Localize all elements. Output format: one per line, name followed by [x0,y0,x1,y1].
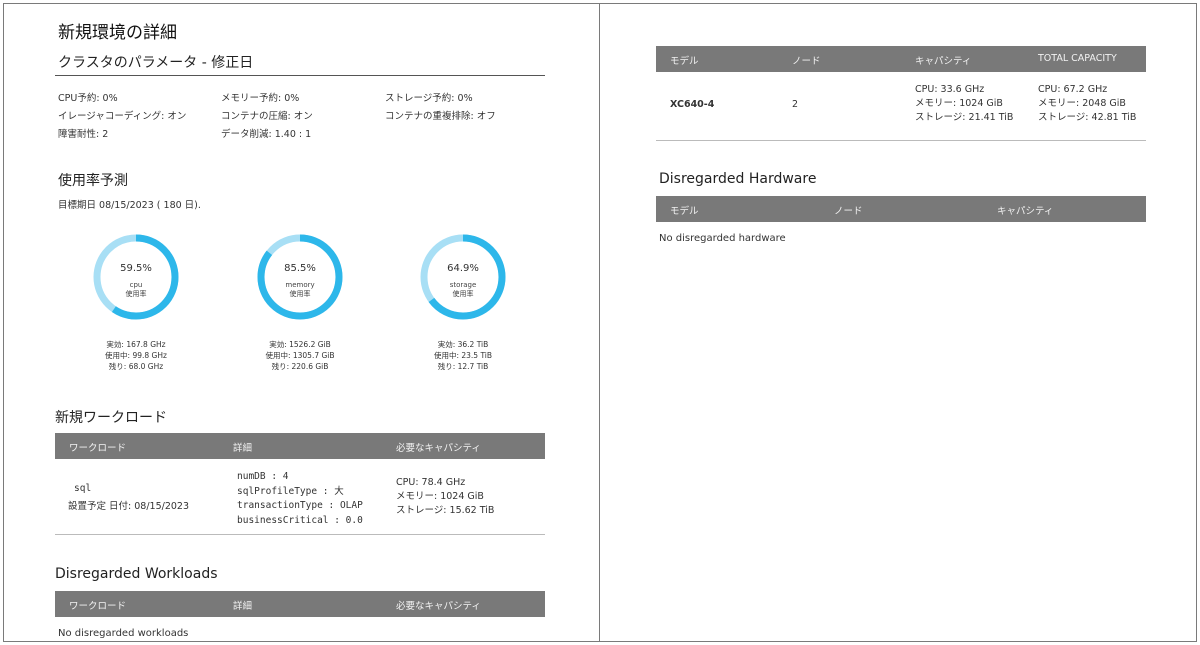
workload-capacity-memory: メモリー: 1024 GiB [396,491,484,502]
new-workloads-heading: 新規ワークロード [55,410,167,426]
storage-effective: 実効: 36.2 TiB [437,340,489,349]
param-container-dedup: コンテナの重複排除: オフ [385,111,496,122]
workload-capacity: CPU: 78.4 GHz メモリー: 1024 GiB ストレージ: 15.6… [396,476,494,518]
param-data-reduction: データ削減: 1.40 : 1 [221,129,312,140]
no-disregarded-workloads: No disregarded workloads [58,628,189,639]
cluster-params-rule [55,75,545,76]
hardware-nodes: 2 [792,99,799,110]
memory-effective: 実効: 1526.2 GiB [269,340,331,349]
col-capacity: キャパシティ [915,56,972,67]
memory-gauge-label: memory 使用率 [285,281,315,298]
hardware-capacity-cpu: CPU: 33.6 GHz [915,84,985,95]
page-frame [3,3,1197,642]
detail-sql-profile: sqlProfileType : 大 [237,485,344,497]
hardware-model: XC640-4 [670,99,715,110]
storage-used: 使用中: 23.5 TiB [433,351,493,360]
hardware-table-header: モデル ノード キャパシティ TOTAL CAPACITY [656,46,1146,72]
detail-numdb: numDB : 4 [237,471,289,482]
memory-used: 使用中: 1305.7 GiB [265,351,335,360]
total-capacity-storage: ストレージ: 42.81 TiB [1038,112,1137,123]
hardware-capacity-memory: メモリー: 1024 GiB [915,98,1003,109]
detail-business-critical: businessCritical : 0.0 [237,514,363,526]
new-workloads-row-rule [55,534,545,535]
col-required-capacity: 必要なキャパシティ [396,601,481,612]
storage-usage-percent: 64.9% [447,263,479,274]
workload-details: numDB : 4 sqlProfileType : 大 transaction… [237,470,363,528]
forecast-heading: 使用率予測 [58,173,128,189]
no-disregarded-hardware: No disregarded hardware [659,233,786,244]
col-model: モデル [670,56,699,67]
workload-capacity-cpu: CPU: 78.4 GHz [396,477,466,488]
total-capacity-cpu: CPU: 67.2 GHz [1038,84,1108,95]
storage-usage-gauge: 64.9% storage 使用率 [419,233,507,321]
cpu-usage-gauge: 59.5% cpu 使用率 [92,233,180,321]
storage-stats: 実効: 36.2 TiB 使用中: 23.5 TiB 残り: 12.7 TiB [403,339,523,372]
disregarded-workloads-table-header: ワークロード 詳細 必要なキャパシティ [55,591,545,617]
disregarded-hardware-heading: Disregarded Hardware [659,171,817,187]
col-details: 詳細 [233,443,253,454]
cpu-effective: 実効: 167.8 GHz [106,340,166,349]
param-container-compression: コンテナの圧縮: オン [221,111,313,122]
cpu-stats: 実効: 167.8 GHz 使用中: 99.8 GHz 残り: 68.0 GHz [76,339,196,372]
col-capacity: キャパシティ [997,206,1054,217]
cluster-params-heading: クラスタのパラメータ - 修正日 [58,55,254,71]
workload-capacity-storage: ストレージ: 15.62 TiB [396,505,495,516]
param-storage-reserve: ストレージ予約: 0% [385,93,473,104]
storage-gauge-label: storage 使用率 [449,281,477,298]
page-title: 新規環境の詳細 [58,23,177,43]
detail-transaction-type: transactionType : OLAP [237,500,363,511]
storage-gauge-ring [420,234,506,320]
col-total-capacity: TOTAL CAPACITY [1038,53,1117,64]
disregarded-workloads-heading: Disregarded Workloads [55,566,218,582]
col-workload: ワークロード [69,443,127,454]
param-memory-reserve: メモリー予約: 0% [221,93,300,104]
cpu-usage-percent: 59.5% [120,263,152,274]
memory-usage-percent: 85.5% [284,263,316,274]
workload-name: sql [74,483,92,494]
new-workloads-table-header: ワークロード 詳細 必要なキャパシティ [55,433,545,459]
cpu-gauge-label: cpu 使用率 [125,281,147,298]
memory-gauge-ring [257,234,343,320]
param-fault-tolerance: 障害耐性: 2 [58,129,109,140]
param-cpu-reserve: CPU予約: 0% [58,93,118,104]
col-nodes: ノード [834,206,863,217]
total-capacity-memory: メモリー: 2048 GiB [1038,98,1126,109]
memory-usage-gauge: 85.5% memory 使用率 [256,233,344,321]
hardware-capacity: CPU: 33.6 GHz メモリー: 1024 GiB ストレージ: 21.4… [915,83,1013,125]
workload-scheduled-date: 設置予定 日付: 08/15/2023 [68,501,189,512]
memory-stats: 実効: 1526.2 GiB 使用中: 1305.7 GiB 残り: 220.6… [240,339,360,372]
cpu-used: 使用中: 99.8 GHz [105,351,167,360]
hardware-total-capacity: CPU: 67.2 GHz メモリー: 2048 GiB ストレージ: 42.8… [1038,83,1136,125]
column-divider [599,3,600,642]
col-details: 詳細 [233,601,253,612]
memory-remaining: 残り: 220.6 GiB [271,362,329,371]
col-model: モデル [670,206,699,217]
forecast-target-date: 目標期日 08/15/2023 ( 180 日). [58,200,201,211]
hardware-capacity-storage: ストレージ: 21.41 TiB [915,112,1014,123]
disregarded-hardware-table-header: モデル ノード キャパシティ [656,196,1146,222]
col-required-capacity: 必要なキャパシティ [396,443,481,454]
param-erasure-coding: イレージャコーディング: オン [58,111,187,122]
col-workload: ワークロード [69,601,127,612]
hardware-row-rule [656,140,1146,141]
cpu-gauge-ring [93,234,179,320]
storage-remaining: 残り: 12.7 TiB [437,362,489,371]
cpu-remaining: 残り: 68.0 GHz [108,362,164,371]
col-nodes: ノード [792,56,821,67]
